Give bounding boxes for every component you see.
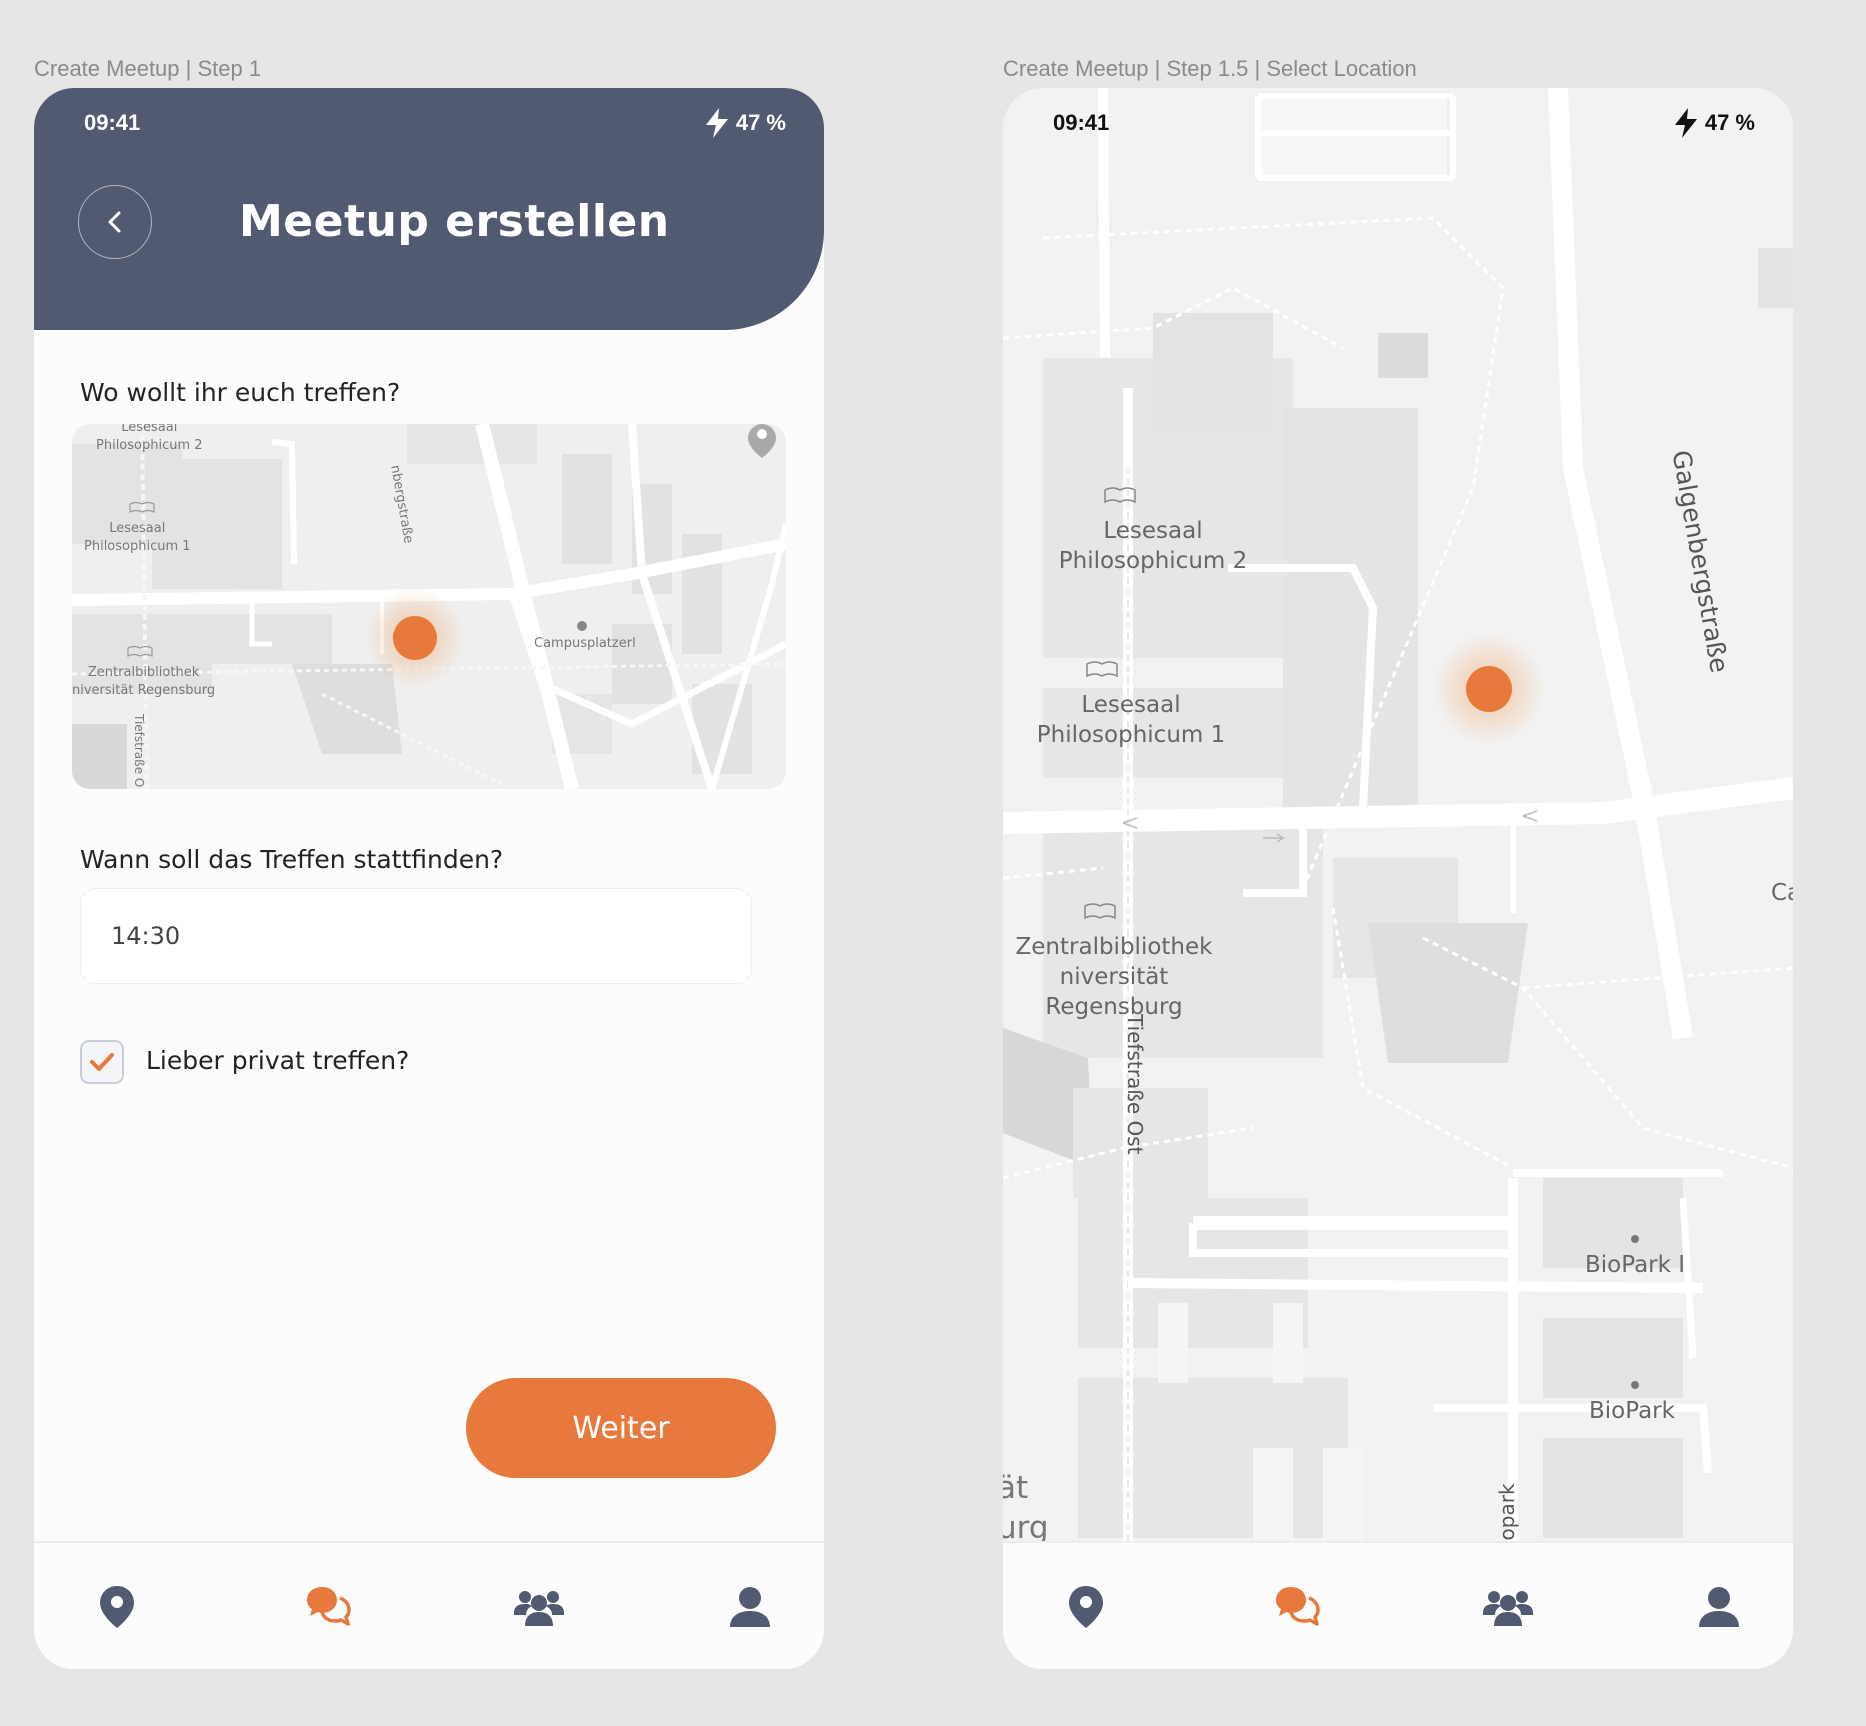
map-pin-icon xyxy=(1069,1586,1103,1628)
map-label-line: Philosophicum 1 xyxy=(1036,722,1226,748)
map-label-tiefstrasse-ost: Tiefstraße Ost xyxy=(1123,1014,1147,1155)
map-label-line: Lesesaal xyxy=(1081,692,1181,718)
tab-map[interactable] xyxy=(89,1581,145,1633)
bottom-tab-bar xyxy=(1003,1541,1793,1669)
tab-profile[interactable] xyxy=(1691,1581,1747,1633)
map-label-lesesaal-1: Lesesaal Philosophicum 1 xyxy=(1021,690,1241,750)
group-icon xyxy=(514,1591,564,1626)
tab-chats[interactable] xyxy=(1269,1581,1325,1633)
location-map-preview[interactable]: Lesesaal Philosophicum 2 Lesesaal Philos… xyxy=(72,424,786,789)
map-label-biopark-street: iopark xyxy=(1495,1483,1519,1546)
location-map[interactable] xyxy=(1003,88,1793,1543)
tab-groups[interactable] xyxy=(511,1581,567,1633)
map-label-lesesaal-2: Lesesaal Philosophicum 2 xyxy=(1043,516,1263,576)
map-label-line: Philosophicum 2 xyxy=(96,438,203,453)
tab-map[interactable] xyxy=(1058,1581,1114,1633)
map-label-zentralbibliothek: Zentralbibliothek niversität Regensburg xyxy=(1003,932,1239,1022)
lightning-icon xyxy=(705,108,728,138)
map-label-line: ät xyxy=(1003,1470,1029,1506)
battery-status: 47 % xyxy=(1673,108,1755,138)
map-preview-graphic xyxy=(72,424,786,789)
group-icon xyxy=(1483,1591,1533,1626)
private-checkbox[interactable] xyxy=(80,1040,124,1084)
map-label-line: Philosophicum 1 xyxy=(84,539,191,554)
battery-percent: 47 % xyxy=(1704,110,1755,135)
map-label-lesesaal-2: Lesesaal Philosophicum 2 xyxy=(96,424,203,455)
map-label-uni-fragment: ät urg xyxy=(1003,1468,1049,1548)
battery-status: 47 % xyxy=(704,108,786,138)
status-time: 09:41 xyxy=(1053,110,1110,135)
phone-screen-create-meetup: 09:41 47 % Meetup erstellen Wo wollt ihr… xyxy=(34,88,824,1669)
map-pin-icon xyxy=(100,1586,134,1628)
phone-screen-select-location: Lesesaal Philosophicum 2 Lesesaal Philos… xyxy=(1003,88,1793,1669)
map-label-tiefstrasse: Tiefstraße O xyxy=(132,714,146,788)
map-label-line: niversität Regensburg xyxy=(72,683,216,698)
chat-bubbles-icon xyxy=(1276,1587,1320,1626)
map-label-biopark-1: BioPark I xyxy=(1585,1252,1686,1278)
tab-profile[interactable] xyxy=(722,1581,778,1633)
tab-groups[interactable] xyxy=(1480,1581,1536,1633)
status-time: 09:41 xyxy=(84,110,141,135)
map-label-line: Lesesaal xyxy=(109,521,166,536)
time-question: Wann soll das Treffen stattfinden? xyxy=(80,845,504,874)
next-button[interactable]: Weiter xyxy=(466,1378,776,1478)
frame-label-step1: Create Meetup | Step 1 xyxy=(34,56,262,81)
map-label-line: niversität Regensburg xyxy=(1045,964,1183,1020)
tab-chats[interactable] xyxy=(300,1581,356,1633)
map-label-line: Lesesaal xyxy=(1103,518,1203,544)
map-label-line: Philosophicum 2 xyxy=(1058,548,1248,574)
battery-percent: 47 % xyxy=(735,110,786,135)
map-label-zentralbibliothek: Zentralbibliothek niversität Regensburg xyxy=(72,664,215,700)
chat-bubbles-icon xyxy=(307,1587,351,1626)
map-label-line: Zentralbibliothek xyxy=(1015,934,1213,960)
profile-icon xyxy=(1699,1587,1739,1627)
frame-label-step1-5: Create Meetup | Step 1.5 | Select Locati… xyxy=(1003,56,1417,81)
bottom-tab-bar xyxy=(34,1541,824,1669)
header: 09:41 47 % Meetup erstellen xyxy=(34,88,824,330)
map-label-campusplatzerl: Campusplatzerl xyxy=(534,636,636,651)
checkmark-icon xyxy=(90,1053,114,1071)
profile-icon xyxy=(730,1587,770,1627)
map-label-line: Zentralbibliothek xyxy=(87,665,200,680)
time-input[interactable]: 14:30 xyxy=(80,888,752,984)
lightning-icon xyxy=(1674,108,1697,138)
back-button[interactable] xyxy=(78,185,152,259)
location-question: Wo wollt ihr euch treffen? xyxy=(80,378,401,407)
map-label-ca: Ca xyxy=(1771,880,1793,906)
map-label-biopark: BioPark xyxy=(1589,1398,1675,1424)
map-label-lesesaal-1: Lesesaal Philosophicum 1 xyxy=(84,520,191,556)
chevron-left-icon xyxy=(108,211,121,233)
map-label-line: Lesesaal xyxy=(121,424,178,435)
private-checkbox-label[interactable]: Lieber privat treffen? xyxy=(146,1046,409,1075)
page-title: Meetup erstellen xyxy=(239,196,670,247)
